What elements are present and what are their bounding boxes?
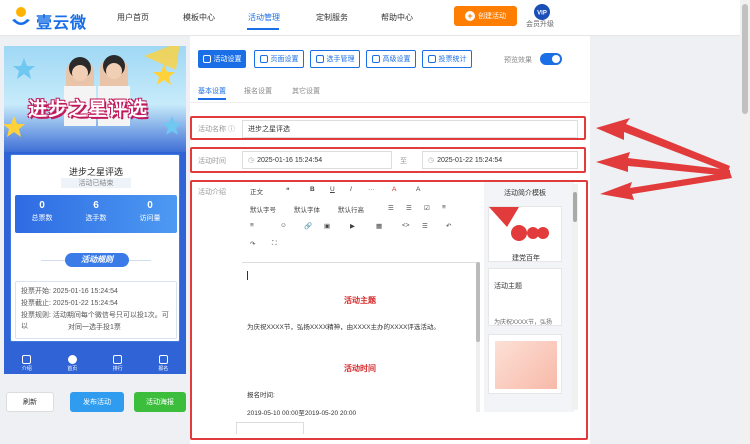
preview-tab-ranking[interactable]: 排行 [103, 354, 133, 372]
preview-tab-label: 排行 [112, 365, 123, 372]
stat-label: 选手数 [85, 215, 107, 222]
vip-badge-text: VIP [537, 11, 547, 17]
stat-value: 6 [93, 200, 99, 211]
create-activity-label: 创建活动 [478, 13, 506, 20]
preview-tab-home[interactable]: 首页 [57, 354, 87, 372]
preview-effect-label: 预览效果 [504, 57, 532, 64]
mobile-preview: 进步之星评选 进步之星评选 活动已结束 0 总票数 6 选手数 0 访问量 活动… [4, 46, 186, 374]
tabs-divider [190, 102, 590, 103]
tab-page-settings[interactable]: 页面设置 [254, 50, 304, 68]
users-icon [315, 55, 324, 63]
page-scrollbar-thumb[interactable] [742, 4, 748, 114]
tab-label: 活动设置 [213, 56, 242, 63]
nav-templates[interactable]: 模板中心 [183, 12, 215, 23]
stat-label: 访问量 [139, 215, 161, 222]
preview-stats-panel: 0 总票数 6 选手数 0 访问量 [15, 195, 177, 233]
nav-activity-management[interactable]: 活动管理 [248, 12, 280, 23]
preview-tab-label: 报名 [158, 365, 169, 372]
annotation-box-name [190, 116, 586, 140]
preview-tab-label: 首页 [67, 365, 78, 372]
create-activity-button[interactable]: + 创建活动 [454, 6, 517, 26]
document-icon [22, 354, 32, 364]
tab-vote-statistics[interactable]: 投票统计 [422, 50, 472, 68]
top-navigation-bar: 壹云微 用户首页 模板中心 活动管理 定制服务 帮助中心 + 创建活动 VIP … [0, 0, 740, 36]
preview-card-title: 进步之星评选 [68, 167, 123, 177]
gear-icon [259, 55, 268, 63]
annotation-box-intro [190, 180, 588, 440]
preview-status-badge: 活动已结束 [61, 178, 131, 188]
preview-tab-signup[interactable]: 报名 [148, 354, 178, 372]
preview-tab-intro[interactable]: 介绍 [12, 354, 42, 372]
preview-card: 进步之星评选 活动已结束 0 总票数 6 选手数 0 访问量 活动规则 投票开始… [10, 154, 180, 342]
activity-rules-button[interactable]: 活动规则 [65, 253, 129, 267]
tab-label: 投票统计 [438, 56, 467, 63]
banner-title: 进步之星评选 [28, 99, 149, 120]
info-vote-rules-cont: 对同一选手投1票 [68, 324, 121, 331]
publish-activity-button[interactable]: 发布活动 [70, 392, 124, 412]
plus-icon: + [465, 11, 475, 21]
preview-bottom-tabs: 介绍 首页 排行 报名 [4, 352, 186, 374]
settings-icon [202, 55, 211, 63]
info-vote-end: 投票截止: 2025-01-22 15:24:54 [21, 300, 118, 307]
tab-contestant-management[interactable]: 选手管理 [310, 50, 360, 68]
info-vote-start: 投票开始: 2025-01-16 15:24:54 [21, 288, 118, 295]
nav-custom-service[interactable]: 定制服务 [316, 12, 348, 23]
subtab-active-indicator [198, 98, 226, 100]
nav-help[interactable]: 帮助中心 [381, 12, 413, 23]
stat-value: 0 [147, 200, 153, 211]
subtab-basic-settings[interactable]: 基本设置 [198, 86, 226, 96]
ranking-icon [113, 354, 123, 364]
tab-label: 高级设置 [382, 56, 411, 63]
stat-total-votes: 0 总票数 [15, 200, 69, 223]
tab-activity-settings[interactable]: 活动设置 [198, 50, 246, 68]
nav-active-indicator [247, 28, 279, 30]
arrow-icon [600, 172, 732, 200]
annotation-arrows [596, 118, 732, 200]
stat-visits: 0 访问量 [123, 200, 177, 223]
tab-label: 选手管理 [326, 56, 355, 63]
sliders-icon [371, 55, 380, 63]
bar-chart-icon [427, 55, 436, 63]
home-icon [67, 354, 77, 364]
page-scrollbar[interactable] [740, 0, 750, 444]
activity-poster-button[interactable]: 活动海报 [134, 392, 186, 412]
preview-tab-label: 介绍 [21, 365, 32, 372]
stat-label: 总票数 [31, 215, 53, 222]
brand-logo-icon [12, 7, 30, 25]
refresh-button[interactable]: 刷新 [6, 392, 54, 412]
subtab-signup-settings[interactable]: 报名设置 [244, 86, 272, 96]
preview-effect-toggle[interactable] [540, 53, 562, 65]
nav-home[interactable]: 用户首页 [117, 12, 149, 23]
brand-name[interactable]: 壹云微 [36, 9, 87, 33]
preview-info-box: 投票开始: 2025-01-16 15:24:54 投票截止: 2025-01-… [15, 281, 177, 339]
person-icon [158, 354, 168, 364]
subtab-other-settings[interactable]: 其它设置 [292, 86, 320, 96]
stat-value: 0 [39, 200, 45, 211]
tab-label: 页面设置 [270, 56, 299, 63]
annotation-box-time [190, 147, 586, 173]
settings-panel: 活动设置 页面设置 选手管理 高级设置 投票统计 预览效果 基本设置 报名设置 … [190, 36, 590, 444]
stat-contestants: 6 选手数 [69, 200, 123, 223]
preview-banner: 进步之星评选 [4, 46, 186, 152]
vip-upgrade-label[interactable]: 会员升级 [526, 19, 554, 29]
tab-advanced-settings[interactable]: 高级设置 [366, 50, 416, 68]
